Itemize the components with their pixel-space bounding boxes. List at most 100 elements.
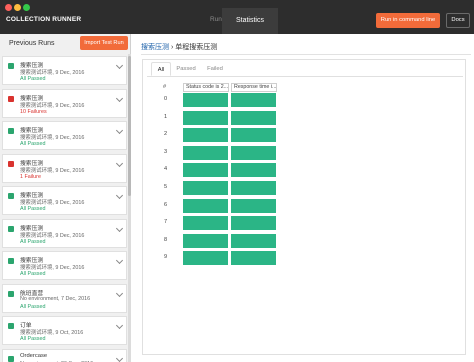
tab-statistics[interactable]: Statistics <box>222 8 278 34</box>
run-failed-icon <box>8 95 14 102</box>
row-number: 6 <box>164 201 168 208</box>
docs-button[interactable]: Docs <box>446 13 470 28</box>
filter-tab-passed[interactable]: Passed <box>174 62 198 76</box>
response-time-result-cell[interactable] <box>231 198 276 213</box>
run-passed-icon <box>8 193 14 199</box>
run-item[interactable]: 搜索压测 搜索测试环境, 9 Dec, 2016 All Passed <box>2 186 127 215</box>
response-time-result-cell[interactable] <box>231 251 276 266</box>
run-item[interactable]: 搜索压测 搜索测试环境, 9 Dec, 2016 All Passed <box>2 121 127 150</box>
run-passed-icon <box>8 63 14 69</box>
run-result: 1 Failure <box>20 173 41 180</box>
run-meta: No environment, 7 Dec, 2016 <box>20 295 91 302</box>
sidebar-scrollbar[interactable] <box>128 54 131 362</box>
response-time-result-cell[interactable] <box>231 93 276 107</box>
response-time-result-cell[interactable] <box>231 110 276 125</box>
run-result: All Passed <box>20 336 46 342</box>
breadcrumb-current: 单程搜索压测 <box>175 44 218 51</box>
response-time-result-cell[interactable] <box>231 216 276 231</box>
run-result: All Passed <box>20 271 46 277</box>
chevron-down-icon[interactable] <box>115 321 124 330</box>
run-item[interactable]: 搜索压测 搜索测试环境, 9 Dec, 2016 All Passed <box>2 251 127 280</box>
chevron-down-icon[interactable] <box>115 224 124 232</box>
row-number: 0 <box>164 96 168 102</box>
status-code-result-cell[interactable] <box>183 181 228 195</box>
row-number: 5 <box>164 184 168 190</box>
run-passed-icon <box>8 355 14 362</box>
run-passed-icon <box>8 128 14 134</box>
sidebar: Previous Runs Import Test Run 搜索压测 搜索测试环境… <box>0 34 131 362</box>
run-item[interactable]: OrdercaseNo environment, 29 Sep, 2016All… <box>2 348 127 362</box>
chevron-down-icon[interactable] <box>115 159 124 167</box>
status-code-result-cell[interactable] <box>183 198 228 213</box>
status-code-result-cell[interactable] <box>183 251 228 266</box>
chevron-down-icon[interactable] <box>115 256 124 265</box>
run-item[interactable]: 搜索压测 搜索测试环境, 9 Dec, 2016 1 Failure <box>2 153 127 183</box>
chevron-down-icon[interactable] <box>115 354 124 362</box>
run-result: All Passed <box>20 141 46 147</box>
chevron-down-icon[interactable] <box>115 61 124 70</box>
chevron-down-icon[interactable] <box>115 289 124 297</box>
response-time-result-cell[interactable] <box>231 145 276 160</box>
run-result: All Passed <box>20 238 46 245</box>
run-failed-icon <box>8 160 14 167</box>
run-meta: 搜索测试环境, 9 Dec, 2016 <box>20 265 85 271</box>
status-code-result-cell[interactable] <box>183 128 228 143</box>
status-code-result-cell[interactable] <box>183 93 228 107</box>
title-bar: COLLECTION RUNNER Runs Statistics Run in… <box>0 0 474 34</box>
run-meta: 搜索测试环境, 9 Dec, 2016 <box>20 167 85 174</box>
status-code-result-cell[interactable] <box>183 233 228 248</box>
response-time-result-cell[interactable] <box>231 128 276 143</box>
close-window-button[interactable] <box>5 4 12 11</box>
run-passed-icon <box>8 225 14 232</box>
run-result: All Passed <box>20 76 46 82</box>
run-meta: 搜索测试环境, 9 Dec, 2016 <box>20 232 85 239</box>
run-item[interactable]: 搜索压测 搜索测试环境, 9 Dec, 2016 All Passed <box>2 218 127 248</box>
column-header-response-time: Response time i... <box>231 83 277 92</box>
run-result: 10 Failures <box>20 108 47 115</box>
run-meta: 搜索测试环境, 9 Dec, 2016 <box>20 135 85 141</box>
run-meta: 搜索测试环境, 9 Dec, 2016 <box>20 200 85 206</box>
row-number: 2 <box>164 131 168 138</box>
chevron-down-icon[interactable] <box>115 191 124 200</box>
row-number: 8 <box>164 236 168 243</box>
response-time-result-cell[interactable] <box>231 163 276 178</box>
run-result: All Passed <box>20 206 46 212</box>
filter-tab-all[interactable]: All <box>151 62 171 76</box>
row-number: 4 <box>164 166 168 173</box>
status-code-result-cell[interactable] <box>183 110 228 125</box>
run-meta: 搜索测试环境, 9 Dec, 2016 <box>20 102 85 109</box>
run-passed-icon <box>8 290 14 297</box>
status-code-result-cell[interactable] <box>183 216 228 231</box>
breadcrumb: 搜索压测 › 单程搜索压测 <box>141 42 217 52</box>
run-item[interactable]: 搜索压测 搜索测试环境, 9 Dec, 2016 10 Failures <box>2 88 127 118</box>
run-name: Ordercase <box>20 352 48 359</box>
response-time-result-cell[interactable] <box>231 181 276 195</box>
row-number-header: # <box>163 84 167 90</box>
run-item[interactable]: 搜索压测 搜索测试环境, 9 Dec, 2016 All Passed <box>2 56 127 85</box>
breadcrumb-parent[interactable]: 搜索压测 <box>141 44 169 51</box>
run-item[interactable]: 订单 搜索测试环境, 9 Oct, 2016 All Passed <box>2 316 127 345</box>
import-test-run-button[interactable]: Import Test Run <box>80 36 128 50</box>
results-panel: All Passed Failed # Status code is 2... … <box>142 59 466 355</box>
response-time-result-cell[interactable] <box>231 233 276 248</box>
scrollbar-thumb[interactable] <box>128 56 131 196</box>
run-meta: 搜索测试环境, 9 Oct, 2016 <box>20 330 84 336</box>
row-number: 9 <box>164 254 168 261</box>
maximize-window-button[interactable] <box>23 4 30 11</box>
status-code-result-cell[interactable] <box>183 163 228 178</box>
minimize-window-button[interactable] <box>14 4 21 11</box>
chevron-down-icon[interactable] <box>115 126 124 135</box>
run-result: All Passed <box>20 303 46 310</box>
run-meta: 搜索测试环境, 9 Dec, 2016 <box>20 70 85 76</box>
row-number: 3 <box>164 148 168 155</box>
tabs-underline <box>147 76 463 77</box>
previous-runs-title: Previous Runs <box>9 40 55 47</box>
status-code-result-cell[interactable] <box>183 145 228 160</box>
run-passed-icon <box>8 323 14 329</box>
run-in-command-line-button[interactable]: Run in command line <box>376 13 440 28</box>
run-passed-icon <box>8 258 14 264</box>
chevron-down-icon[interactable] <box>115 94 124 102</box>
row-number: 7 <box>164 219 168 226</box>
run-item[interactable]: 航班直营 No environment, 7 Dec, 2016 All Passe… <box>2 283 127 313</box>
filter-tab-failed[interactable]: Failed <box>203 62 227 76</box>
